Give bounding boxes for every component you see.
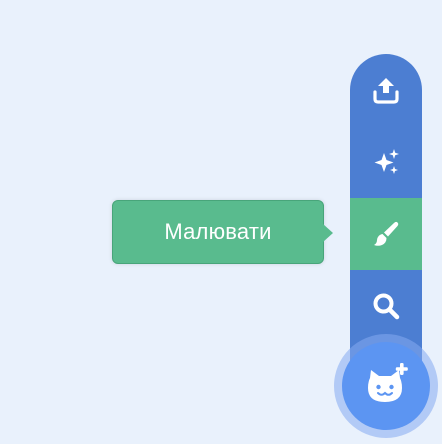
sprite-action-menu <box>350 54 422 374</box>
tooltip-arrow <box>323 224 333 242</box>
sparkle-icon <box>374 149 399 174</box>
surprise-button[interactable] <box>350 126 422 198</box>
search-button[interactable] <box>350 270 422 342</box>
paint-button[interactable] <box>350 198 422 270</box>
upload-icon <box>373 78 399 104</box>
tooltip-label: Малювати <box>164 219 272 244</box>
cat-plus-icon <box>368 363 408 402</box>
paintbrush-icon <box>374 221 399 246</box>
paint-tooltip: Малювати <box>112 200 324 264</box>
upload-button[interactable] <box>350 54 422 126</box>
search-icon <box>373 293 400 320</box>
choose-sprite-button[interactable] <box>342 342 430 430</box>
